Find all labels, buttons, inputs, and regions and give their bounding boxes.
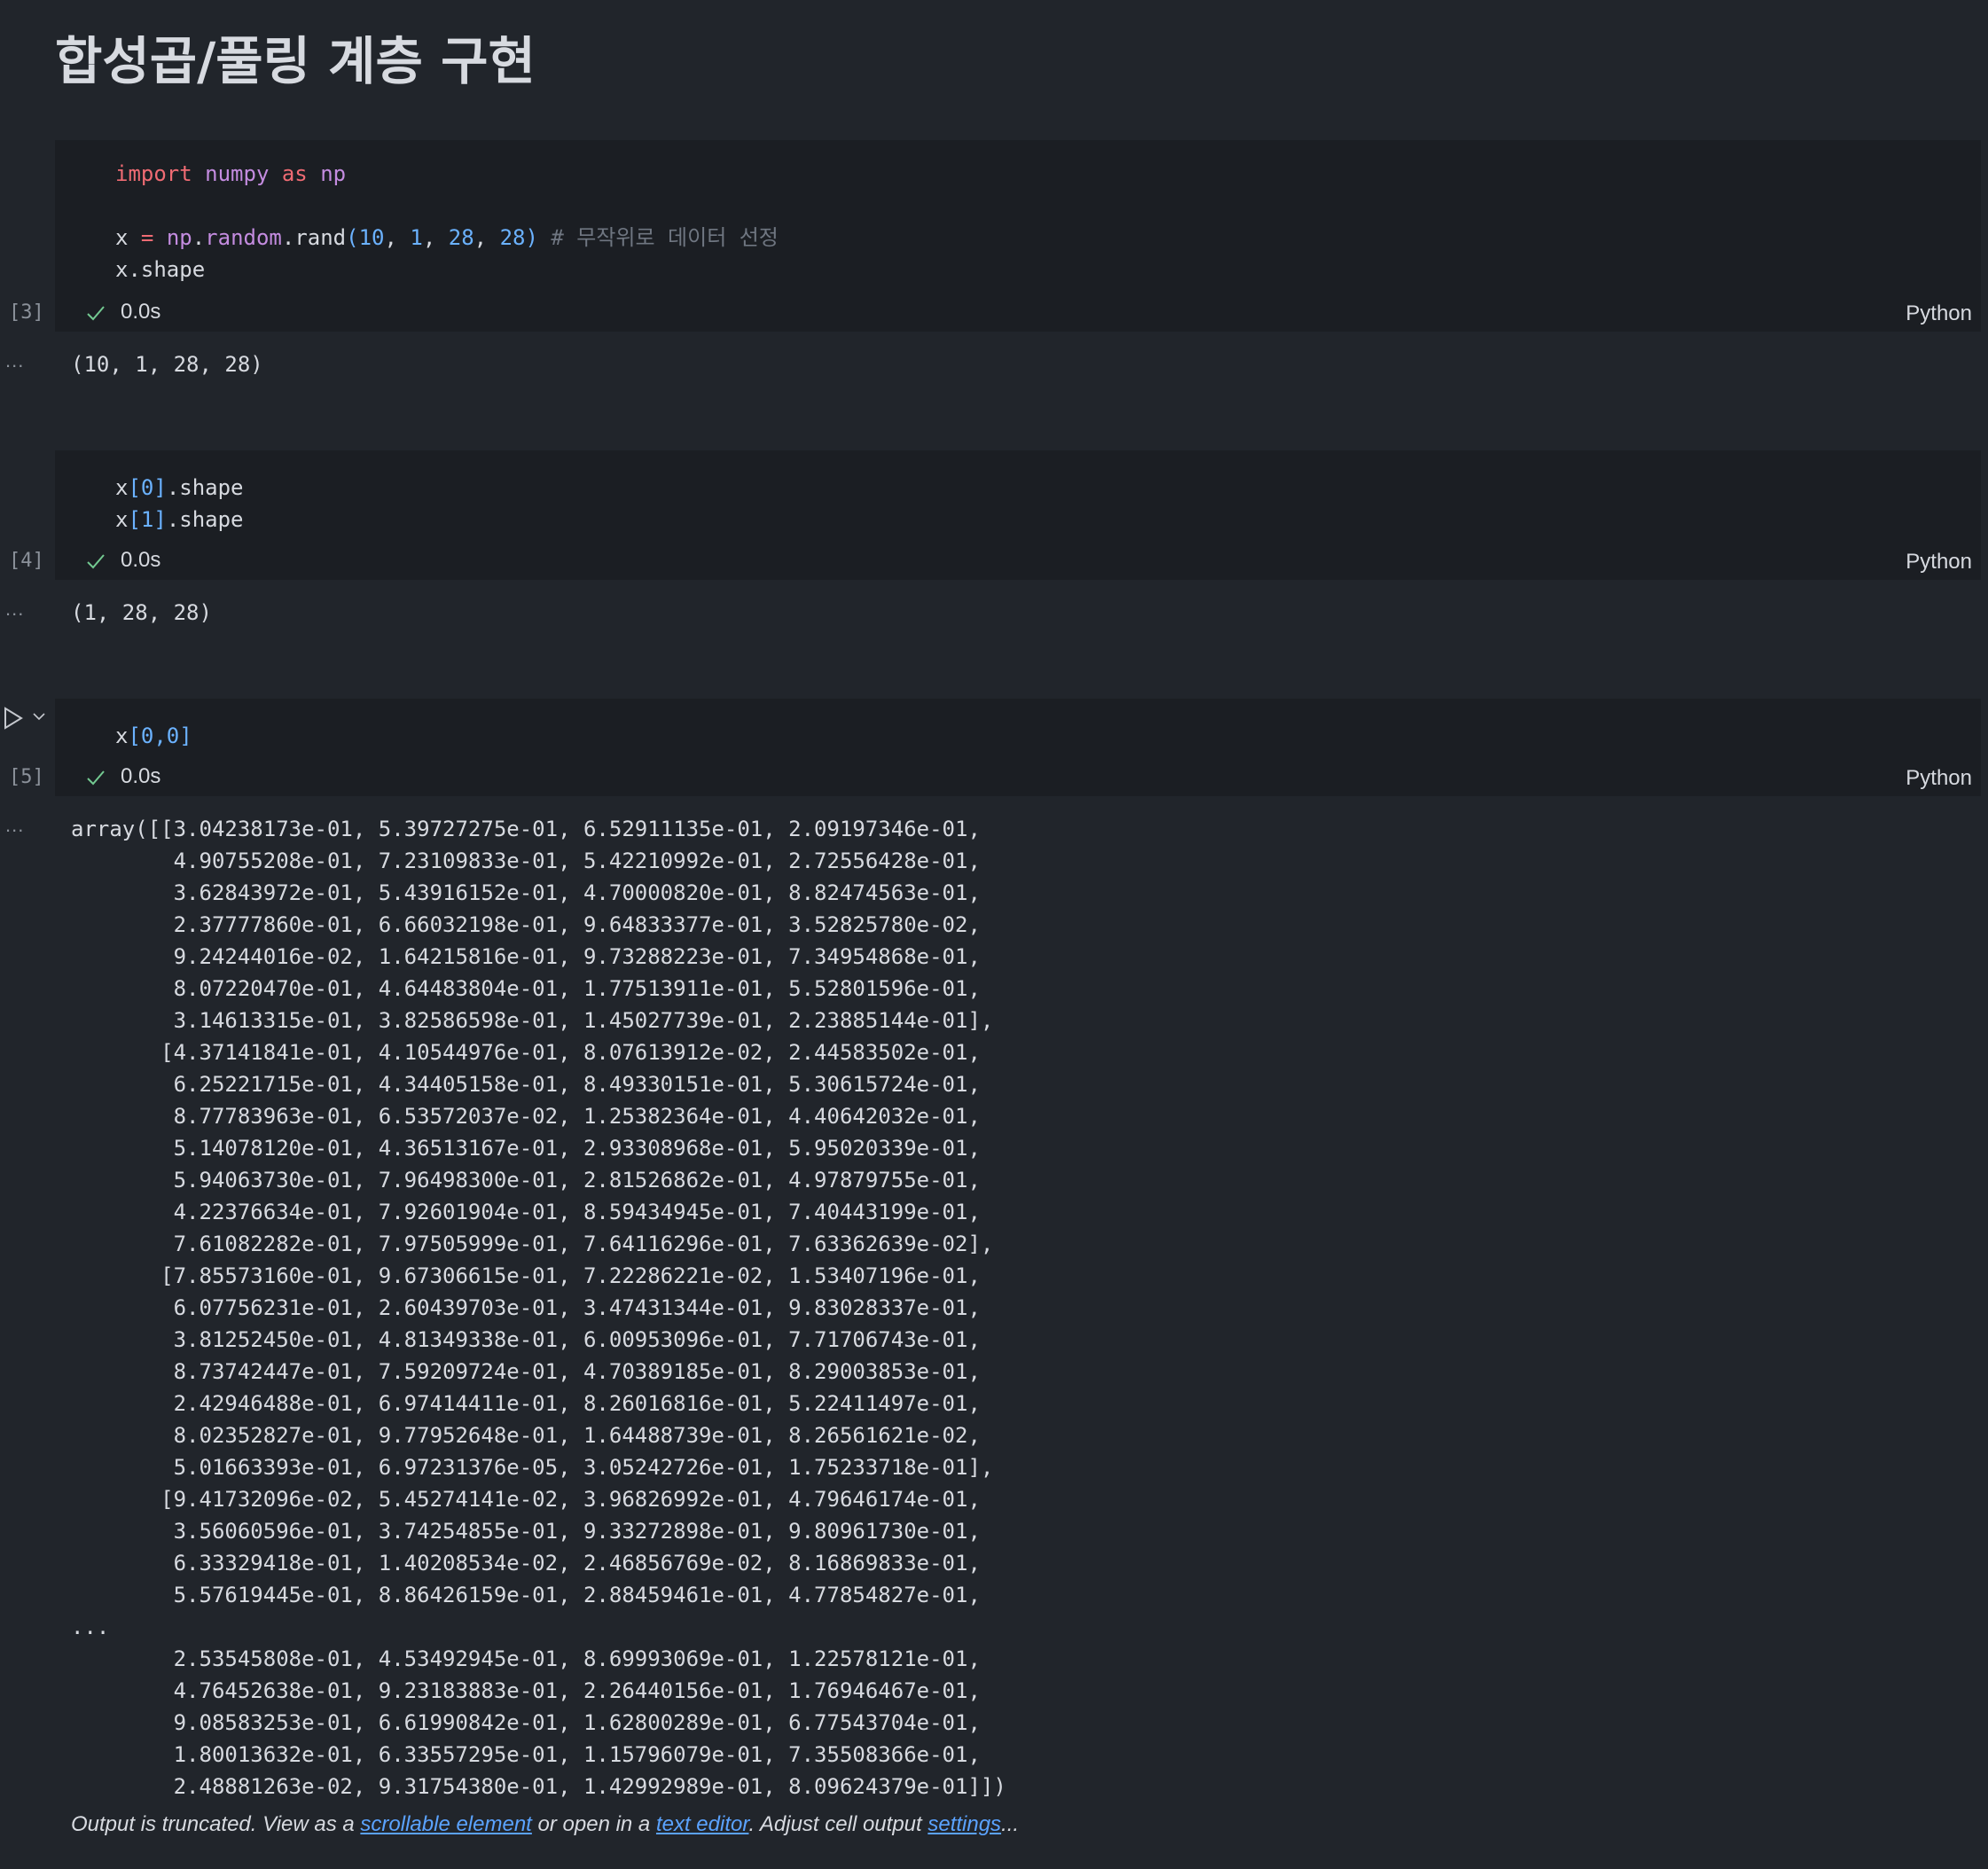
index: [0] [128, 475, 167, 500]
truncation-text: ... [1001, 1812, 1020, 1836]
output-line: 5.94063730e-01, 7.96498300e-01, 2.815268… [71, 1168, 981, 1193]
truncation-text: or open in a [531, 1812, 656, 1836]
execution-count: [5] [9, 766, 44, 788]
truncation-notice: Output is truncated. View as a scrollabl… [71, 1812, 1019, 1837]
output-line: 7.61082282e-01, 7.97505999e-01, 7.641162… [71, 1232, 994, 1256]
output-line: ... [71, 1615, 110, 1639]
operator: = [140, 225, 154, 250]
cell-status: 0.0s [85, 761, 160, 793]
code-line[interactable]: x[0,0] [115, 720, 192, 752]
output-menu-icon[interactable]: ... [5, 349, 24, 372]
output-line: 4.76452638e-01, 9.23183883e-01, 2.264401… [71, 1678, 981, 1703]
output-line: 2.37777860e-01, 6.66032198e-01, 9.648333… [71, 912, 981, 937]
cell-output: (1, 28, 28) [71, 600, 212, 625]
run-cell-icon[interactable] [4, 707, 23, 730]
keyword: as [281, 161, 308, 186]
code-cell-3[interactable]: x[0,0] 0.0s Python [55, 699, 1981, 796]
check-icon [87, 770, 105, 786]
execution-duration: 0.0s [121, 764, 161, 788]
chevron-down-icon[interactable] [32, 711, 46, 722]
output-line: 8.07220470e-01, 4.64483804e-01, 1.775139… [71, 976, 981, 1001]
index: [0,0] [128, 723, 192, 748]
variable: x [115, 507, 129, 532]
output-line: 3.56060596e-01, 3.74254855e-01, 9.332728… [71, 1519, 981, 1544]
number: 10 [358, 225, 385, 250]
cell-status: 0.0s [85, 544, 160, 576]
output-line: 2.53545808e-01, 4.53492945e-01, 8.699930… [71, 1646, 981, 1671]
function-call: rand [294, 225, 347, 250]
code-cell-1[interactable]: import numpy as np x = np.random.rand(10… [55, 140, 1981, 332]
language-selector[interactable]: Python [1906, 301, 1972, 326]
output-line: 3.14613315e-01, 3.82586598e-01, 1.450277… [71, 1008, 994, 1033]
attribute: .shape [166, 475, 244, 500]
output-line: array([[3.04238173e-01, 5.39727275e-01, … [71, 817, 981, 841]
output-line: 3.62843972e-01, 5.43916152e-01, 4.700008… [71, 880, 981, 905]
alias-name: np [320, 161, 347, 186]
number: 28 [448, 225, 474, 250]
output-line: 5.57619445e-01, 8.86426159e-01, 2.884594… [71, 1583, 981, 1607]
array-output: array([[3.04238173e-01, 5.39727275e-01, … [71, 813, 1006, 1803]
output-line: 9.24244016e-02, 1.64215816e-01, 9.732882… [71, 944, 981, 969]
text-editor-link[interactable]: text editor [656, 1812, 749, 1836]
output-line: 5.01663393e-01, 6.97231376e-05, 3.052427… [71, 1455, 994, 1480]
output-line: 2.48881263e-02, 9.31754380e-01, 1.429929… [71, 1774, 1006, 1799]
output-line: 4.90755208e-01, 7.23109833e-01, 5.422109… [71, 848, 981, 873]
output-menu-icon[interactable]: ... [5, 598, 24, 621]
number: 28 [499, 225, 526, 250]
code-line[interactable]: x = np.random.rand(10, 1, 28, 28) # 무작위로… [115, 222, 779, 254]
output-line: 8.73742447e-01, 7.59209724e-01, 4.703891… [71, 1359, 981, 1384]
truncation-text: . Adjust cell output [748, 1812, 928, 1836]
code-comment: # 무작위로 데이터 선정 [551, 225, 779, 250]
module-ref: random [205, 225, 282, 250]
scrollable-element-link[interactable]: scrollable element [360, 1812, 531, 1836]
module-ref: np [166, 225, 192, 250]
output-line: 3.81252450e-01, 4.81349338e-01, 6.009530… [71, 1327, 981, 1352]
truncation-text: Output is truncated. View as a [71, 1812, 361, 1836]
settings-link[interactable]: settings [927, 1812, 1001, 1836]
execution-duration: 0.0s [121, 300, 161, 324]
output-line: 9.08583253e-01, 6.61990842e-01, 1.628002… [71, 1710, 981, 1735]
variable: x [115, 723, 129, 748]
execution-count: [4] [9, 550, 44, 572]
execution-count: [3] [9, 301, 44, 324]
output-line: 1.80013632e-01, 6.33557295e-01, 1.157960… [71, 1742, 981, 1767]
output-line: 6.25221715e-01, 4.34405158e-01, 8.493301… [71, 1072, 981, 1097]
cell-status: 0.0s [85, 296, 160, 328]
cell-output: (10, 1, 28, 28) [71, 352, 263, 377]
module-name: numpy [205, 161, 270, 186]
output-line: [4.37141841e-01, 4.10544976e-01, 8.07613… [71, 1040, 981, 1065]
index: [1] [128, 507, 167, 532]
output-line: 6.07756231e-01, 2.60439703e-01, 3.474313… [71, 1295, 981, 1320]
code-line[interactable]: x[1].shape [115, 504, 244, 536]
output-line: 5.14078120e-01, 4.36513167e-01, 2.933089… [71, 1136, 981, 1161]
number: 1 [410, 225, 423, 250]
code-line[interactable]: x.shape [115, 254, 205, 285]
check-icon [87, 554, 105, 569]
output-line: [9.41732096e-02, 5.45274141e-02, 3.96826… [71, 1487, 981, 1512]
keyword: import [115, 161, 192, 186]
code-line[interactable]: x[0].shape [115, 472, 244, 504]
check-icon [87, 306, 105, 321]
code-line[interactable]: import numpy as np [115, 158, 346, 190]
notebook-heading: 합성곱/풀링 계층 구현 [55, 31, 536, 91]
output-line: [7.85573160e-01, 9.67306615e-01, 7.22286… [71, 1263, 981, 1288]
language-selector[interactable]: Python [1906, 550, 1972, 575]
output-line: 8.02352827e-01, 9.77952648e-01, 1.644887… [71, 1423, 981, 1448]
execution-duration: 0.0s [121, 548, 161, 572]
output-line: 6.33329418e-01, 1.40208534e-02, 2.468567… [71, 1551, 981, 1576]
output-menu-icon[interactable]: ... [5, 814, 24, 837]
output-line: 2.42946488e-01, 6.97414411e-01, 8.260168… [71, 1391, 981, 1416]
variable: x [115, 225, 129, 250]
variable: x [115, 475, 129, 500]
code-cell-2[interactable]: x[0].shape x[1].shape 0.0s Python [55, 450, 1981, 580]
language-selector[interactable]: Python [1906, 766, 1972, 791]
output-line: 4.22376634e-01, 7.92601904e-01, 8.594349… [71, 1200, 981, 1224]
attribute: .shape [166, 507, 244, 532]
output-line: 8.77783963e-01, 6.53572037e-02, 1.253823… [71, 1104, 981, 1129]
